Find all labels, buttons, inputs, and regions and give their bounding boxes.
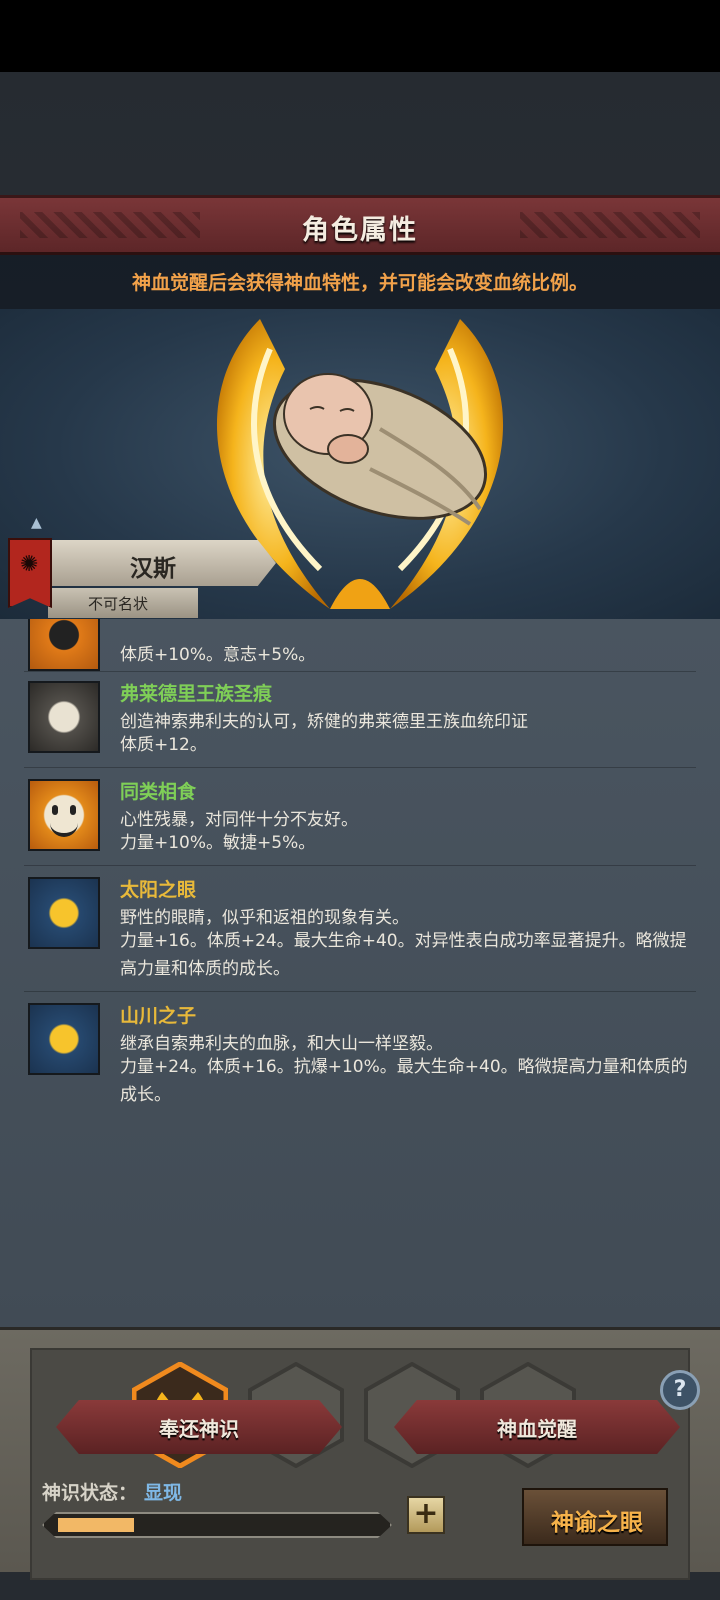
- trait-name: 山川之子: [120, 1005, 197, 1027]
- rank-icon: ▲: [31, 515, 42, 531]
- trait-name: 太阳之眼: [120, 879, 197, 901]
- oracle-eye-label: 神谕之眼: [551, 1510, 643, 1536]
- silver-crest-icon: [28, 681, 100, 753]
- trait-name: 同类相食: [120, 781, 197, 803]
- trait-desc: 野性的眼睛，似乎和返祖的现象有关。: [120, 908, 409, 928]
- return-divine-sense-button[interactable]: 奉还神识: [56, 1400, 342, 1454]
- gold-crest-icon: [28, 877, 100, 949]
- panel-header: 角色属性: [0, 195, 720, 255]
- oracle-eye-button[interactable]: 神谕之眼: [522, 1488, 668, 1546]
- add-button[interactable]: +: [407, 1496, 445, 1534]
- smiley-face-icon: [28, 779, 100, 851]
- progress-fill: [58, 1518, 134, 1532]
- divine-sense-progress: [42, 1512, 392, 1538]
- gold-crest-icon: [28, 1003, 100, 1075]
- trait-item: 体质+10%。意志+5%。: [24, 619, 696, 672]
- subtitle-bar: 神血觉醒后会获得神血特性，并可能会改变血统比例。: [0, 255, 720, 309]
- trait-desc: 创造神索弗利夫的认可，矫健的弗莱德里王族血统印证: [120, 712, 528, 732]
- black-sun-icon: ✺: [20, 552, 39, 577]
- trait-item: 同类相食 心性残暴，对同伴十分不友好。 力量+10%。敏捷+5%。: [24, 769, 696, 866]
- trait-effect: 体质+12。: [120, 735, 207, 755]
- trait-item: 弗莱德里王族圣痕 创造神索弗利夫的认可，矫健的弗莱德里王族血统印证 体质+12。: [24, 671, 696, 768]
- name-banner: 汉斯 不可名状 ✺: [0, 538, 280, 618]
- status-value: 显现: [144, 1482, 183, 1504]
- trait-desc: 继承自索弗利夫的血脉，和大山一样坚毅。: [120, 1034, 443, 1054]
- attributes-panel: 角色属性 神血觉醒后会获得神血特性，并可能会改变血统比例。 ▲ 汉斯 不可名状 …: [0, 195, 720, 1580]
- status-bar-area: [0, 0, 720, 72]
- divine-blood-awaken-button[interactable]: 神血觉醒: [394, 1400, 680, 1454]
- trait-effect: 体质+10%。意志+5%。: [120, 645, 316, 665]
- trait-effect: 力量+10%。敏捷+5%。: [120, 833, 316, 853]
- trait-item: 山川之子 继承自索弗利夫的血脉，和大山一样坚毅。 力量+24。体质+16。抗爆+…: [24, 993, 696, 1123]
- traits-list[interactable]: 体质+10%。意志+5%。 弗莱德里王族圣痕 创造神索弗利夫的认可，矫健的弗莱德…: [0, 619, 720, 1327]
- plus-icon: +: [413, 1496, 439, 1531]
- page-title: 角色属性: [302, 215, 418, 246]
- subtitle-text: 神血觉醒后会获得神血特性，并可能会改变血统比例。: [131, 272, 588, 294]
- character-name: 汉斯: [130, 556, 176, 582]
- character-title: 不可名状: [88, 595, 149, 613]
- help-button[interactable]: ?: [660, 1370, 700, 1410]
- trait-effect: 力量+24。体质+16。抗爆+10%。最大生命+40。略微提高力量和体质的成长。: [120, 1057, 688, 1105]
- status-label: 神识状态：: [42, 1482, 138, 1504]
- trait-desc: 心性残暴，对同伴十分不友好。: [120, 810, 358, 830]
- divine-blood-awaken-label: 神血觉醒: [497, 1417, 577, 1441]
- return-divine-sense-label: 奉还神识: [159, 1417, 239, 1441]
- help-icon: ?: [673, 1377, 687, 1402]
- trait-item: 太阳之眼 野性的眼睛，似乎和返祖的现象有关。 力量+16。体质+24。最大生命+…: [24, 867, 696, 992]
- house-flag-icon: ✺: [8, 538, 52, 608]
- trait-name: 弗莱德里王族圣痕: [120, 683, 273, 705]
- slot-area: ? 神识状态： 显现 + 神谕之眼: [30, 1348, 700, 1580]
- orange-emblem-icon: [28, 619, 100, 671]
- trait-effect: 力量+16。体质+24。最大生命+40。对异性表白成功率显著提升。略微提高力量和…: [120, 931, 687, 979]
